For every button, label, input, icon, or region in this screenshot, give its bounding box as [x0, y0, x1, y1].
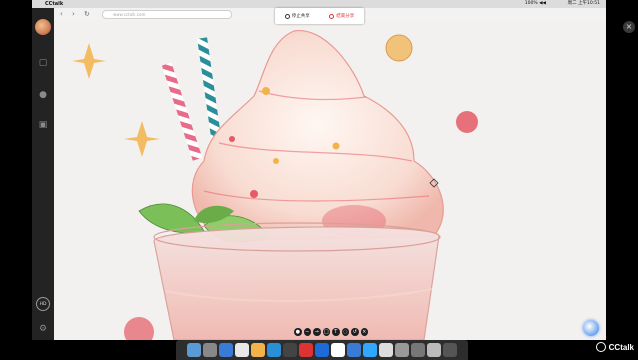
browser-app-icon[interactable]	[347, 343, 361, 357]
cctalk-logo: CCtalk	[595, 342, 634, 352]
shared-screen-canvas	[54, 21, 606, 340]
app-name[interactable]: CCtalk	[45, 0, 63, 8]
text-icon[interactable]: T	[332, 328, 340, 336]
notes-icon[interactable]	[251, 343, 265, 357]
trash-icon[interactable]	[443, 343, 457, 357]
sprinkle	[229, 136, 235, 142]
back-icon[interactable]: ‹	[60, 10, 63, 19]
dock	[176, 340, 468, 360]
sparkle-star	[124, 121, 160, 157]
sprinkle	[332, 142, 340, 150]
straw-pink	[161, 62, 203, 161]
settings-icon[interactable]: ⚙	[36, 322, 50, 336]
clear-icon[interactable]: ×	[360, 328, 368, 336]
eraser-icon[interactable]: ◌	[341, 328, 349, 336]
floating-assistant-icon[interactable]	[583, 320, 599, 336]
netease-music-icon[interactable]	[299, 343, 313, 357]
undo-icon[interactable]: ↺	[351, 328, 359, 336]
ice-cream-illustration	[72, 30, 478, 340]
calendar-icon[interactable]: ▣	[36, 118, 50, 132]
record-icon	[284, 13, 290, 19]
bubble	[456, 111, 478, 133]
sprinkle	[250, 190, 258, 198]
bubble	[124, 317, 154, 340]
bubble	[385, 34, 413, 62]
shape-icon[interactable]: □	[322, 328, 330, 336]
pause-share-label: 停止共享	[291, 14, 310, 19]
left-sidebar: ▢ ● ▣ HD ⚙	[32, 8, 54, 340]
photoshop-icon[interactable]	[363, 343, 377, 357]
avatar[interactable]	[35, 19, 51, 35]
annotation-toolbar: ● − → □ T ◌ ↺ ×	[294, 328, 368, 338]
stop-share-label: 结束分享	[336, 14, 355, 19]
pause-share-button[interactable]: 停止共享	[284, 13, 310, 19]
safari-icon[interactable]	[219, 343, 233, 357]
message-icon[interactable]: ●	[36, 88, 50, 102]
app-store-icon[interactable]	[267, 343, 281, 357]
sprinkle	[273, 158, 279, 164]
sparkle-star	[72, 43, 106, 79]
qq-icon[interactable]	[315, 343, 329, 357]
share-control-bar: 停止共享 结束分享	[275, 8, 364, 24]
menubar-status: 100% ◀◀	[524, 1, 546, 6]
chat-icon[interactable]: ▢	[36, 56, 50, 70]
stop-share-button[interactable]: 结束分享	[329, 13, 354, 19]
chrome-icon[interactable]	[235, 343, 249, 357]
settings-app-icon[interactable]	[283, 343, 297, 357]
thumbnail-icon[interactable]	[395, 343, 409, 357]
pen-icon[interactable]: ●	[294, 328, 302, 336]
thumbnail-icon[interactable]	[427, 343, 441, 357]
refresh-icon[interactable]: ↻	[84, 10, 90, 19]
line-icon[interactable]: −	[303, 328, 311, 336]
thumbnail-icon[interactable]	[411, 343, 425, 357]
stop-icon	[329, 13, 335, 19]
document-icon[interactable]	[379, 343, 393, 357]
launchpad-icon[interactable]	[203, 343, 217, 357]
dessert-cup	[153, 222, 441, 340]
finder-icon[interactable]	[187, 343, 201, 357]
hd-badge[interactable]: HD	[36, 297, 50, 311]
cctalk-logo-icon	[595, 342, 606, 352]
forward-icon[interactable]: ›	[72, 10, 75, 19]
arrow-icon[interactable]: →	[313, 328, 321, 336]
cctalk-logo-text: CCtalk	[608, 342, 634, 352]
cctalk-app-icon[interactable]	[331, 343, 345, 357]
close-icon[interactable]: ×	[623, 21, 635, 33]
menubar-clock: 周二 上午10:51	[567, 1, 600, 6]
menubar: CCtalk 100% ◀◀ 周二 上午10:51	[32, 0, 606, 8]
address-bar[interactable]: www.cctalk.com	[102, 10, 232, 19]
sprinkle	[262, 87, 270, 95]
